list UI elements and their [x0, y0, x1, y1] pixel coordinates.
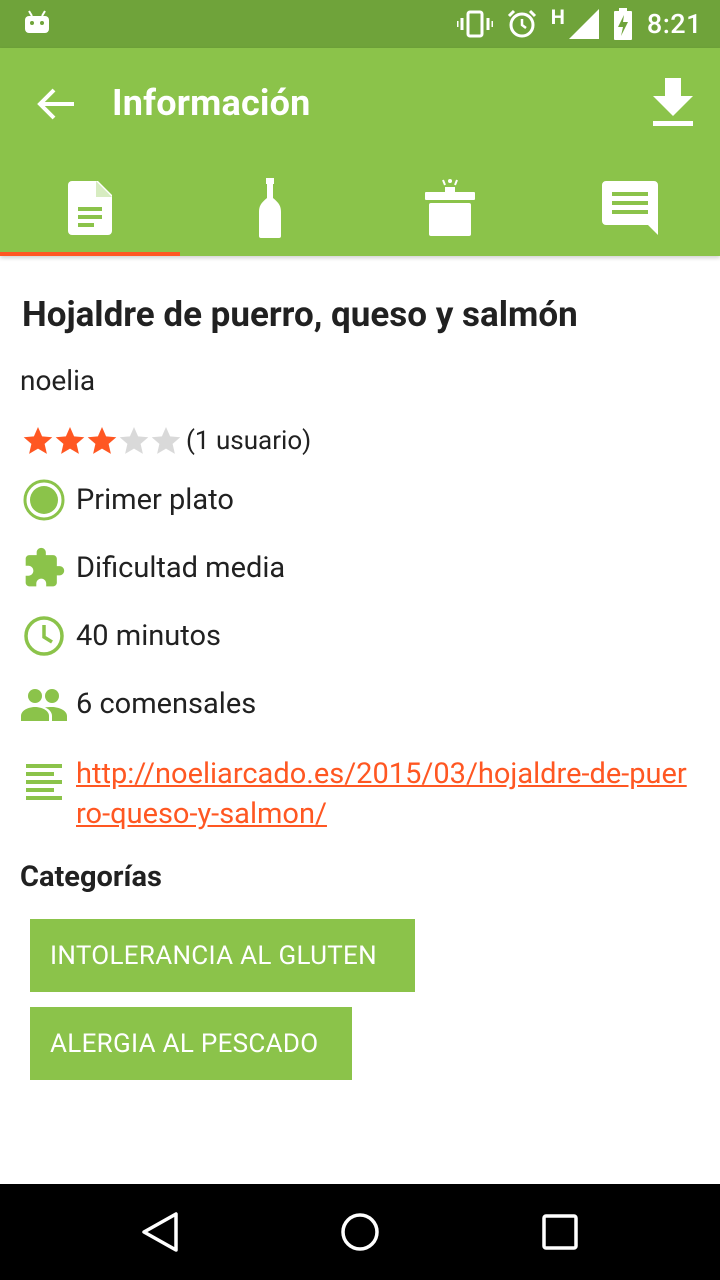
nav-home-icon[interactable]: [338, 1210, 382, 1254]
servings-row: 6 comensales: [20, 679, 256, 729]
app-bar: Información: [0, 48, 720, 256]
course-row: Primer plato: [20, 475, 234, 525]
source-row: http://noeliarcado.es/2015/03/hojaldre-d…: [20, 754, 696, 834]
system-nav-bar: [0, 1184, 720, 1280]
tab-preparation[interactable]: [360, 160, 540, 256]
battery-charging-icon: [613, 8, 632, 40]
time-text: 40 minutos: [76, 619, 221, 653]
servings-text: 6 comensales: [76, 687, 257, 721]
difficulty-row: Dificultad media: [20, 543, 285, 593]
tab-bar: [0, 160, 720, 256]
tab-ingredients[interactable]: [180, 160, 360, 256]
star-filled-icon: [87, 427, 117, 454]
course-text: Primer plato: [76, 483, 234, 517]
category-chip[interactable]: INTOLERANCIA AL GLUTEN: [30, 919, 415, 992]
android-debug-icon: [25, 10, 49, 33]
vibrate-icon: [456, 10, 493, 38]
tab-comments[interactable]: [540, 160, 720, 256]
source-lines-icon: [20, 758, 68, 806]
pot-icon: [425, 179, 475, 236]
star-filled-icon: [23, 427, 53, 454]
page-title: Información: [112, 82, 311, 124]
nav-back-icon[interactable]: [138, 1210, 182, 1254]
document-icon: [68, 181, 112, 235]
status-time: 8:21: [646, 8, 702, 40]
rating[interactable]: (1 usuario): [22, 424, 311, 458]
categories-heading: Categorías: [20, 860, 162, 894]
star-empty-icon: [151, 427, 181, 454]
bottle-icon: [259, 178, 281, 238]
clock-icon: [20, 612, 68, 660]
recipe-author: noelia: [20, 364, 96, 397]
tab-info[interactable]: [0, 160, 180, 256]
category-chip[interactable]: ALERGIA AL PESCADO: [30, 1007, 352, 1080]
time-row: 40 minutos: [20, 611, 221, 661]
download-icon[interactable]: [652, 78, 694, 128]
status-bar: H 8:21: [0, 0, 720, 48]
puzzle-icon: [20, 544, 68, 592]
star-filled-icon: [55, 427, 85, 454]
rating-count: (1 usuario): [186, 426, 312, 456]
people-icon: [20, 680, 68, 728]
nav-recents-icon[interactable]: [538, 1210, 582, 1254]
rating-stars: [22, 425, 182, 457]
recipe-title: Hojaldre de puerro, queso y salmón: [22, 294, 578, 335]
difficulty-text: Dificultad media: [76, 551, 286, 585]
signal-icon: [568, 9, 599, 39]
star-empty-icon: [119, 427, 149, 454]
arrow-back-icon[interactable]: [34, 86, 78, 122]
course-icon: [20, 476, 68, 524]
alarm-icon: [507, 9, 536, 38]
comment-icon: [602, 181, 658, 235]
network-type-label: H: [550, 5, 565, 29]
source-link[interactable]: http://noeliarcado.es/2015/03/hojaldre-d…: [76, 754, 696, 834]
